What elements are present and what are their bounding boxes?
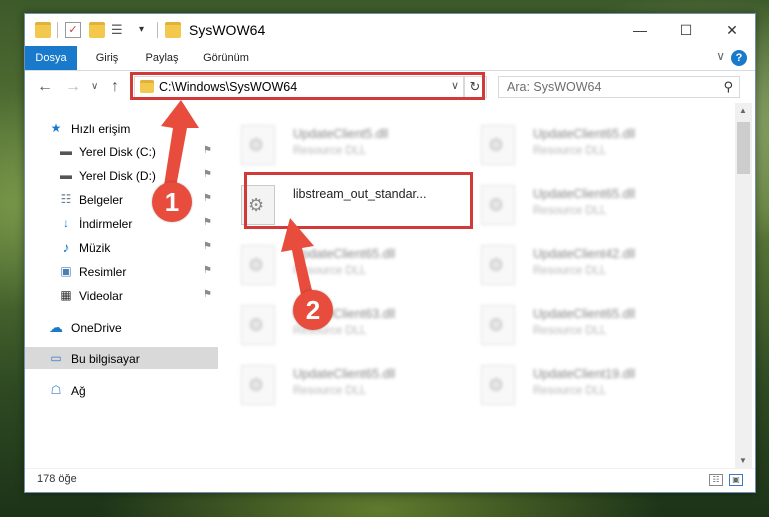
step-1-badge: 1: [152, 182, 192, 222]
annotation-arrows: [161, 100, 315, 305]
step-2-badge: 2: [293, 290, 333, 330]
